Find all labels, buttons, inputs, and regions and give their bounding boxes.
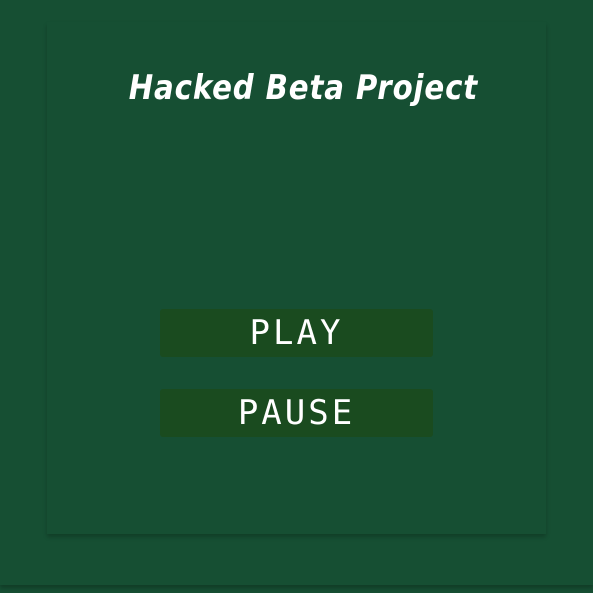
play-button[interactable]: PLAY bbox=[160, 309, 433, 357]
game-title: Hacked Beta Project bbox=[128, 68, 479, 108]
pause-button[interactable]: PAUSE bbox=[160, 389, 433, 437]
